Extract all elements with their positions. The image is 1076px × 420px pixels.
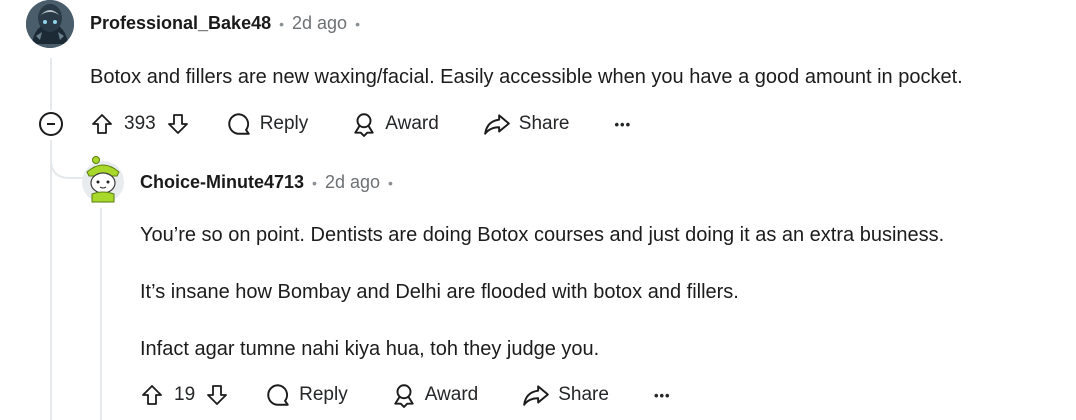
vote-count: 19 [174, 384, 196, 405]
collapse-button[interactable] [39, 112, 63, 136]
award-button[interactable]: Award [351, 111, 439, 137]
timestamp[interactable]: 2d ago [292, 13, 347, 34]
username[interactable]: Professional_Bake48 [90, 13, 271, 34]
timestamp[interactable]: 2d ago [325, 172, 380, 193]
reply-label: Reply [299, 384, 348, 405]
reply-button[interactable]: Reply [265, 382, 348, 408]
reply-avatar[interactable] [80, 154, 126, 204]
upvote-icon[interactable] [90, 112, 114, 136]
vote-count: 393 [124, 113, 156, 134]
reply-label: Reply [259, 113, 309, 134]
more-icon: ••• [614, 116, 632, 132]
downvote-icon[interactable] [205, 383, 229, 407]
separator-dot: • [312, 174, 317, 191]
separator-dot: • [279, 15, 285, 32]
award-icon [394, 384, 414, 408]
share-label: Share [558, 384, 609, 405]
separator-dot: • [355, 15, 360, 32]
vote-group: 393 [90, 112, 190, 136]
more-options-button[interactable]: ••• [654, 388, 671, 403]
reply-paragraph: Infact agar tumne nahi kiya hua, toh the… [140, 338, 600, 360]
separator-dot: • [388, 174, 393, 191]
comment-body: Botox and fillers are new waxing/facial.… [90, 64, 963, 90]
reply-paragraph: You’re so on point. Dentists are doing B… [140, 224, 945, 246]
share-label: Share [518, 113, 570, 134]
award-label: Award [424, 384, 479, 405]
reply-paragraph: It’s insane how Bombay and Delhi are flo… [140, 281, 739, 303]
thread-line-main[interactable] [50, 58, 52, 110]
downvote-icon[interactable] [166, 112, 190, 136]
share-icon [523, 385, 550, 406]
reply-actions: 19 Reply Award Share ••• [140, 381, 671, 409]
reply-button[interactable]: Reply [226, 111, 309, 137]
avatar-image [82, 156, 124, 203]
reply-meta: Choice-Minute4713 • 2d ago • [140, 172, 401, 193]
share-icon [483, 114, 510, 135]
minus-icon [47, 123, 55, 125]
comment-text: Botox and fillers are new waxing/facial.… [90, 66, 963, 88]
username[interactable]: Choice-Minute4713 [140, 172, 304, 193]
award-button[interactable]: Award [391, 382, 479, 408]
share-button[interactable]: Share [522, 382, 609, 408]
comment-meta: Professional_Bake48 • 2d ago • [90, 13, 368, 34]
share-button[interactable]: Share [483, 111, 570, 137]
avatar-image [26, 0, 74, 48]
more-icon: ••• [653, 387, 671, 403]
upvote-icon[interactable] [140, 383, 164, 407]
avatar[interactable] [26, 0, 74, 48]
reply-body: You’re so on point. Dentists are doing B… [140, 222, 944, 362]
award-icon [354, 113, 374, 137]
thread-line-reply[interactable] [100, 208, 102, 420]
award-label: Award [385, 113, 439, 134]
vote-group: 19 [140, 383, 229, 407]
comment-actions: 393 Reply Award Share ••• [90, 110, 631, 138]
more-options-button[interactable]: ••• [615, 117, 632, 132]
comment-bubble-icon [227, 113, 250, 135]
comment-bubble-icon [267, 384, 289, 406]
